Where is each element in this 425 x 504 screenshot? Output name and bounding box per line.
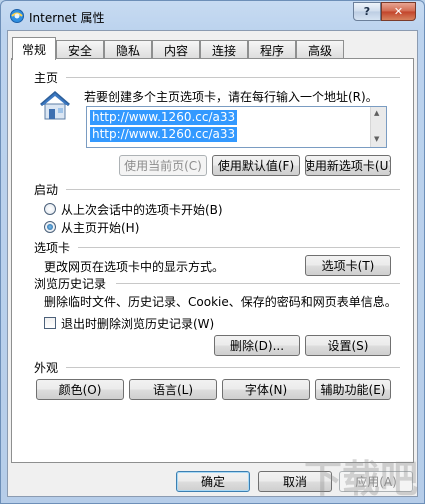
appearance-section-label: 外观 [34, 361, 59, 375]
history-description: 删除临时文件、历史记录、Cookie、保存的密码和网页表单信息。 [44, 295, 397, 309]
radio-last-session[interactable] [44, 203, 56, 215]
dialog-client: 常规 安全 隐私 内容 连接 程序 高级 主页 若要创建多个主页选项卡，请在每行… [7, 30, 418, 497]
use-default-button[interactable]: 使用默认值(F) [212, 155, 300, 176]
home-url-line-1: http://www.1260.cc/a33 [90, 110, 238, 125]
appearance-divider [66, 367, 400, 368]
tab-security[interactable]: 安全 [56, 40, 104, 59]
delete-on-exit-checkbox[interactable] [44, 317, 56, 329]
delete-history-button[interactable]: 删除(D)... [214, 335, 300, 356]
tab-advanced[interactable]: 高级 [296, 40, 344, 59]
general-panel: 主页 若要创建多个主页选项卡，请在每行输入一个地址(R)。 http://www… [11, 58, 414, 463]
tabs-description: 更改网页在选项卡中的显示方式。 [44, 260, 225, 274]
window-title: Internet 属性 [29, 11, 105, 25]
history-settings-button[interactable]: 设置(S) [305, 335, 391, 356]
textarea-scrollbar[interactable]: ▲ ▼ [370, 107, 386, 147]
internet-explorer-icon [10, 9, 24, 23]
internet-options-window: Internet 属性 ? ✕ 常规 安全 隐私 内容 连接 程序 高级 主页 … [0, 0, 425, 504]
radio-home-page-label: 从主页开始(H) [61, 221, 140, 235]
use-current-button[interactable]: 使用当前页(C) [119, 155, 207, 176]
tab-programs[interactable]: 程序 [248, 40, 296, 59]
use-new-tab-button[interactable]: 使用新选项卡(U) [305, 155, 391, 176]
radio-home-page[interactable] [44, 221, 56, 233]
home-divider [66, 77, 400, 78]
startup-divider [66, 189, 400, 190]
home-house-icon [40, 91, 70, 120]
tab-connections[interactable]: 连接 [200, 40, 248, 59]
history-divider [116, 283, 400, 284]
tab-privacy[interactable]: 隐私 [104, 40, 152, 59]
fonts-button[interactable]: 字体(N) [222, 379, 310, 400]
home-section-label: 主页 [34, 71, 59, 85]
scroll-up-icon[interactable]: ▲ [374, 109, 379, 117]
ok-button[interactable]: 确定 [176, 471, 250, 492]
accessibility-button[interactable]: 辅助功能(E) [315, 379, 391, 400]
tab-content[interactable]: 内容 [152, 40, 200, 59]
radio-last-session-label: 从上次会话中的选项卡开始(B) [61, 203, 223, 217]
history-section-label: 浏览历史记录 [34, 277, 107, 291]
tabs-section-label: 选项卡 [34, 241, 71, 255]
help-button[interactable]: ? [353, 2, 381, 21]
languages-button[interactable]: 语言(L) [129, 379, 217, 400]
colors-button[interactable]: 颜色(O) [36, 379, 124, 400]
close-button[interactable]: ✕ [381, 2, 416, 21]
title-bar[interactable]: Internet 属性 ? ✕ [1, 1, 424, 29]
startup-section-label: 启动 [34, 183, 59, 197]
tab-general[interactable]: 常规 [12, 37, 56, 60]
delete-on-exit-label: 退出时删除浏览历史记录(W) [61, 317, 215, 331]
site-watermark: 下载吧 [303, 457, 418, 501]
home-instruction: 若要创建多个主页选项卡，请在每行输入一个地址(R)。 [84, 90, 378, 104]
scroll-down-icon[interactable]: ▼ [374, 135, 379, 143]
home-url-line-2: http://www.1260.cc/a33 [90, 127, 238, 142]
tabs-divider [78, 247, 400, 248]
tabs-settings-button[interactable]: 选项卡(T) [305, 255, 391, 276]
home-urls-textarea[interactable]: http://www.1260.cc/a33 http://www.1260.c… [86, 106, 387, 148]
